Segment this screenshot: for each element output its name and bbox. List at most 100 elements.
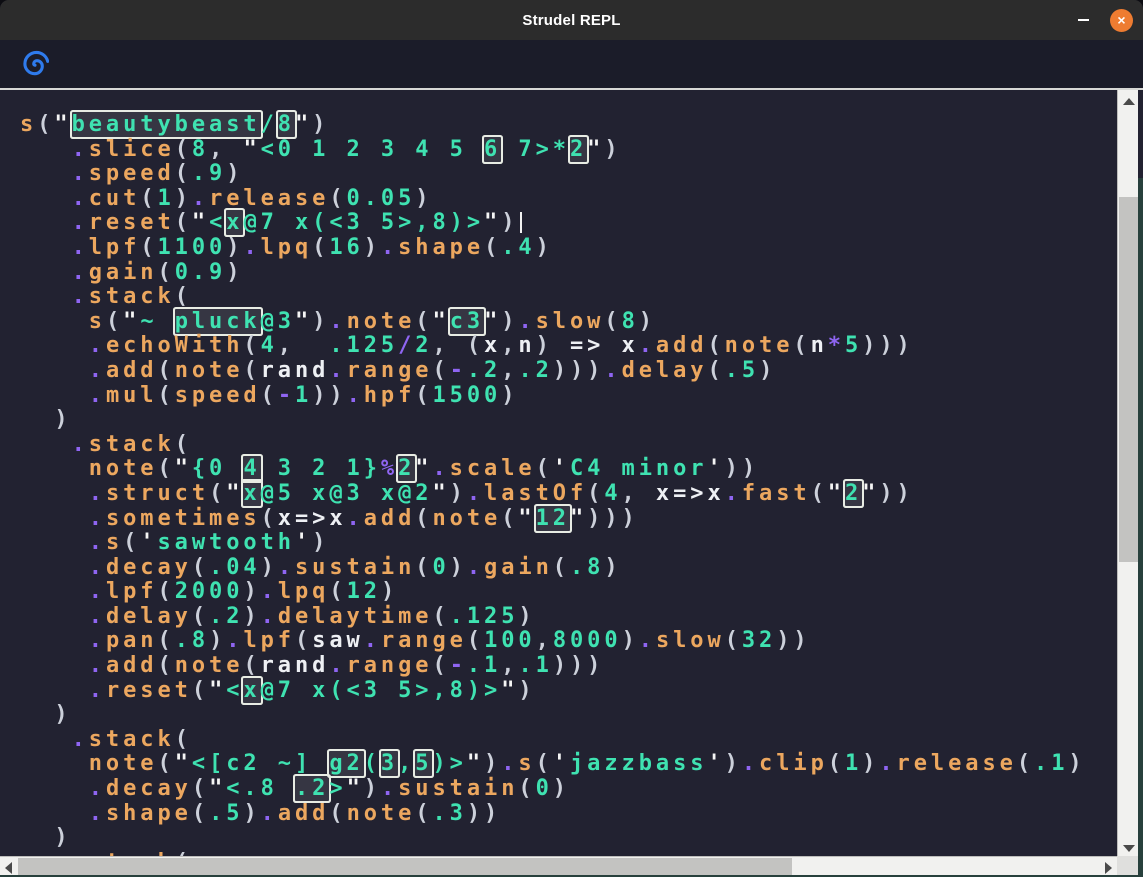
code-token: 5 xyxy=(845,333,862,358)
code-token: s xyxy=(106,530,123,555)
code-token: .125 xyxy=(450,604,519,629)
code-token: ( xyxy=(261,383,278,408)
code-token: ) xyxy=(261,555,278,580)
code-token: 0 xyxy=(536,776,553,801)
code-token xyxy=(20,210,72,235)
code-token xyxy=(20,309,89,334)
code-token: ) xyxy=(484,751,501,776)
code-token: ( xyxy=(175,432,192,457)
code-token xyxy=(20,825,54,850)
code-token: , xyxy=(536,628,553,653)
code-token: ) xyxy=(209,628,226,653)
code-token: ~ xyxy=(140,309,174,334)
code-token: .5 xyxy=(725,358,759,383)
code-token: ) xyxy=(725,751,742,776)
code-token: " xyxy=(501,678,518,703)
code-token: ) xyxy=(226,161,243,186)
scroll-right-arrow-icon[interactable] xyxy=(1105,862,1112,874)
code-token: , xyxy=(209,137,243,162)
code-token: ( xyxy=(158,260,175,285)
code-token: rand xyxy=(261,358,330,383)
code-token: shape xyxy=(398,235,484,260)
vertical-scrollbar[interactable] xyxy=(1117,90,1138,860)
code-token: , xyxy=(501,653,518,678)
code-token: )) xyxy=(312,383,346,408)
code-token: {0 xyxy=(192,456,244,481)
code-token: C4 minor xyxy=(570,456,707,481)
code-token: => xyxy=(673,481,707,506)
code-line: s("beautybeast/8") xyxy=(20,113,1117,138)
code-token: )) xyxy=(776,628,810,653)
minimize-button[interactable] xyxy=(1070,7,1096,33)
code-line: .shape(.5).add(note(.3)) xyxy=(20,802,1117,827)
code-token: . xyxy=(432,456,449,481)
window-title: Strudel REPL xyxy=(522,12,620,29)
code-token: shape xyxy=(106,801,192,826)
code-token: " xyxy=(175,751,192,776)
code-token: . xyxy=(243,235,260,260)
code-token: ( xyxy=(604,309,621,334)
code-token: note xyxy=(89,751,158,776)
code-token: . xyxy=(278,555,295,580)
code-token: ) xyxy=(54,407,71,432)
horizontal-scrollbar-thumb[interactable] xyxy=(18,858,792,875)
code-token: ( xyxy=(243,358,260,383)
code-token: mul xyxy=(106,383,158,408)
code-token: .3 xyxy=(433,801,467,826)
code-token: . xyxy=(261,579,278,604)
titlebar[interactable]: Strudel REPL × xyxy=(0,0,1143,40)
code-token: slow xyxy=(656,628,725,653)
window-right-edge xyxy=(1138,178,1143,877)
code-token: ( xyxy=(123,530,140,555)
close-button[interactable]: × xyxy=(1110,9,1133,32)
horizontal-scrollbar[interactable] xyxy=(0,856,1117,875)
code-token: . xyxy=(329,309,346,334)
code-token: add xyxy=(364,506,416,531)
scroll-down-arrow-icon[interactable] xyxy=(1123,845,1135,852)
code-token: rand xyxy=(261,653,330,678)
code-token xyxy=(20,186,72,211)
code-token: .5 xyxy=(209,801,243,826)
code-token: . xyxy=(467,555,484,580)
code-token: @3 xyxy=(261,309,295,334)
highlighted-token: beautybeast xyxy=(72,112,261,137)
code-token xyxy=(20,702,54,727)
code-lines: s("beautybeast/8") .slice(8, "<0 1 2 3 4… xyxy=(20,113,1117,858)
code-pane[interactable]: s("beautybeast/8") .slice(8, "<0 1 2 3 4… xyxy=(0,90,1117,858)
vertical-scrollbar-thumb[interactable] xyxy=(1119,197,1138,562)
code-token: .8 xyxy=(175,628,209,653)
code-token: " xyxy=(415,456,432,481)
scroll-up-arrow-icon[interactable] xyxy=(1123,98,1135,105)
code-editor[interactable]: s("beautybeast/8") .slice(8, "<0 1 2 3 4… xyxy=(0,88,1143,877)
code-token: . xyxy=(72,432,89,457)
code-token: ) xyxy=(54,825,71,850)
code-token: ) xyxy=(501,383,518,408)
code-token: ( xyxy=(587,481,604,506)
code-line: .stack( xyxy=(20,728,1117,753)
code-token xyxy=(20,137,72,162)
code-token: . xyxy=(72,186,89,211)
code-token: " xyxy=(467,751,484,776)
code-token: ( xyxy=(192,776,209,801)
code-token: ) xyxy=(450,481,467,506)
code-token: n xyxy=(811,333,828,358)
highlighted-token: 12 xyxy=(536,506,570,531)
code-token: ( xyxy=(209,481,226,506)
code-token: ) xyxy=(415,186,432,211)
code-token: ' xyxy=(553,751,570,776)
code-token: " xyxy=(209,678,226,703)
code-token: . xyxy=(72,210,89,235)
code-token: . xyxy=(261,604,278,629)
strudel-spiral-logo[interactable] xyxy=(21,50,49,78)
code-token: , xyxy=(622,481,656,506)
window-controls: × xyxy=(1070,0,1133,40)
code-token: " xyxy=(570,506,587,531)
code-token: - xyxy=(278,383,295,408)
code-token: release xyxy=(897,751,1017,776)
code-token: ( xyxy=(415,309,432,334)
highlighted-token: x xyxy=(243,481,260,506)
highlighted-token: x xyxy=(226,210,243,235)
scroll-left-arrow-icon[interactable] xyxy=(5,862,12,874)
code-token: . xyxy=(89,678,106,703)
code-token: 0.9 xyxy=(175,260,227,285)
